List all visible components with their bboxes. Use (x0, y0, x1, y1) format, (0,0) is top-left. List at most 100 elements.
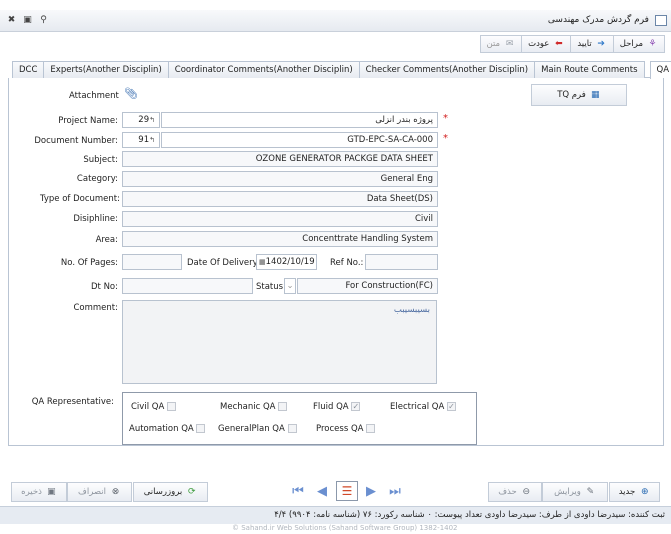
process-qa-checkbox[interactable] (366, 424, 376, 433)
automation-qa-option[interactable]: Automation QA (129, 424, 206, 434)
return-label: عودت (528, 39, 550, 49)
subject-field[interactable]: OZONE GENERATOR PACKGE DATA SHEET (122, 151, 438, 167)
cancel-label: انصراف (78, 487, 106, 497)
electrical-qa-checkbox[interactable]: ✓ (446, 402, 456, 411)
attachment-label: Attachment (69, 91, 119, 101)
delete-button[interactable]: حذف ⊖ (488, 482, 542, 502)
edit-button[interactable]: ویرایش ✎ (542, 482, 608, 502)
save-label: ذخیره (21, 487, 42, 497)
copyright-text: © Sahand.ir Web Solutions (Sahand Softwa… (232, 524, 458, 532)
civil-qa-checkbox[interactable] (166, 402, 176, 411)
confirm-button[interactable]: تایید ➔ (570, 35, 614, 53)
tab-checker-comments[interactable]: Checker Comments(Another Disciplin) (358, 61, 536, 78)
tab-experts[interactable]: Experts(Another Disciplin) (43, 61, 169, 78)
next-record-icon[interactable]: ▶ (360, 481, 382, 501)
paperclip-icon[interactable]: 📎︎ (124, 87, 138, 100)
lookup-icon: ↰ (149, 116, 155, 124)
window-icon (655, 15, 667, 26)
document-number-label: Document Number: (34, 136, 118, 146)
edit-icon: ✎ (586, 486, 595, 497)
tq-form-label: فرم TQ (557, 90, 586, 100)
electrical-qa-label: Electrical QA (390, 402, 445, 412)
subject-label: Subject: (83, 155, 118, 165)
generalplan-qa-option[interactable]: GeneralPlan QA (218, 424, 297, 434)
status-dropdown-arrow[interactable]: ⌄ (284, 278, 296, 294)
process-qa-label: Process QA (316, 424, 364, 434)
record-list-icon[interactable]: ☰ (336, 481, 358, 501)
electrical-qa-option[interactable]: Electrical QA ✓ (390, 402, 456, 412)
category-label: Category: (76, 174, 118, 184)
delete-label: حذف (498, 487, 517, 497)
cancel-button[interactable]: انصراف ⊗ (67, 482, 132, 502)
previous-record-icon[interactable]: ◀ (311, 481, 333, 501)
mechanic-qa-option[interactable]: Mechanic QA (220, 402, 288, 412)
lookup-icon: ↰ (149, 136, 155, 144)
type-of-document-label: Type of Document: (39, 194, 120, 204)
civil-qa-option[interactable]: Civil QA (131, 402, 176, 412)
calendar-icon[interactable]: ▦ (259, 255, 266, 269)
tab-dcc[interactable]: DCC (12, 61, 45, 78)
status-bar: ثبت کننده: سیدرضا داودی از طرف: سیدرضا د… (0, 506, 671, 524)
arrow-right-icon: ➔ (597, 38, 605, 49)
pin-icon[interactable]: ⚲ (38, 15, 49, 26)
date-of-delivery-label: Date Of Delivery: (187, 258, 260, 268)
document-code-value: 91 (138, 135, 150, 145)
arrow-left-icon: ⬅ (555, 38, 563, 49)
restore-icon[interactable]: ▣ (22, 15, 33, 26)
process-qa-option[interactable]: Process QA (316, 424, 376, 434)
generalplan-qa-checkbox[interactable] (287, 424, 297, 433)
comment-textarea[interactable]: بسیبسیبب (122, 300, 437, 384)
window-title: فرم گردش مدرک مهندسی (547, 15, 649, 25)
category-field[interactable]: General Eng (122, 171, 438, 187)
required-marker: * (443, 133, 448, 144)
close-icon[interactable]: ✖ (6, 15, 17, 26)
project-code-field[interactable]: 29 ↰ (122, 112, 160, 128)
mechanic-qa-label: Mechanic QA (220, 402, 276, 412)
discipline-label: Disiphline: (73, 214, 118, 224)
no-of-pages-field[interactable] (122, 254, 182, 270)
discipline-field[interactable]: Civil (122, 211, 438, 227)
refresh-icon: ⟳ (187, 486, 196, 497)
project-name-field[interactable]: پروژه بندر انزلی (161, 112, 438, 128)
update-label: بروزرسانی (143, 487, 183, 497)
qa-representative-label: QA Representative: (31, 397, 114, 407)
save-icon: ▣ (47, 486, 56, 497)
return-button[interactable]: عودت ⬅ (521, 35, 572, 53)
tab-main-route-comments[interactable]: Main Route Comments (534, 61, 645, 78)
automation-qa-checkbox[interactable] (196, 424, 206, 433)
title-bar: ✖ ▣ ⚲ فرم گردش مدرک مهندسی (0, 10, 671, 32)
area-field[interactable]: Concenttrate Handling System (122, 231, 438, 247)
tq-form-button[interactable]: فرم TQ ▦ (531, 84, 627, 106)
save-button[interactable]: ذخیره ▣ (11, 482, 67, 502)
steps-label: مراحل (619, 39, 643, 49)
fluid-qa-option[interactable]: Fluid QA ✓ (313, 402, 361, 412)
type-of-document-field[interactable]: Data Sheet(DS) (122, 191, 438, 207)
tab-strip: DCC Experts(Another Disciplin) Coordinat… (12, 61, 671, 79)
text-button[interactable]: متن ✉ (479, 35, 523, 53)
new-label: جدید (618, 487, 636, 497)
first-record-icon[interactable]: ⏮︎ (287, 481, 309, 501)
mechanic-qa-checkbox[interactable] (278, 402, 288, 411)
civil-qa-label: Civil QA (131, 402, 165, 412)
automation-qa-label: Automation QA (129, 424, 194, 434)
steps-button[interactable]: مراحل ⚘ (612, 35, 665, 53)
status-field[interactable]: For Construction(FC) (297, 278, 438, 294)
tab-coordinator-comments[interactable]: Coordinator Comments(Another Disciplin) (167, 61, 360, 78)
ref-no-field[interactable] (365, 254, 438, 270)
confirm-label: تایید (577, 39, 592, 49)
last-record-icon[interactable]: ⏭︎ (384, 481, 406, 501)
document-code-field[interactable]: 91 ↰ (122, 132, 160, 148)
dt-no-field[interactable] (122, 278, 253, 294)
top-toolbar: مراحل ⚘ تایید ➔ عودت ⬅ متن ✉ (479, 35, 665, 53)
update-button[interactable]: بروزرسانی ⟳ (133, 482, 208, 502)
tab-qa[interactable]: QA (649, 61, 671, 79)
no-of-pages-label: No. Of Pages: (60, 258, 118, 268)
document-number-field[interactable]: GTD-EPC-SA-CA-000 (161, 132, 438, 148)
required-marker: * (443, 113, 448, 124)
new-button[interactable]: جدید ⊕ (609, 482, 660, 502)
form-icon: ▦ (591, 89, 600, 100)
comment-text: بسیبسیبب (393, 305, 430, 315)
date-of-delivery-field[interactable]: ▦1402/10/19 (256, 254, 317, 270)
fluid-qa-checkbox[interactable]: ✓ (351, 402, 361, 411)
envelope-icon: ✉ (505, 38, 514, 49)
